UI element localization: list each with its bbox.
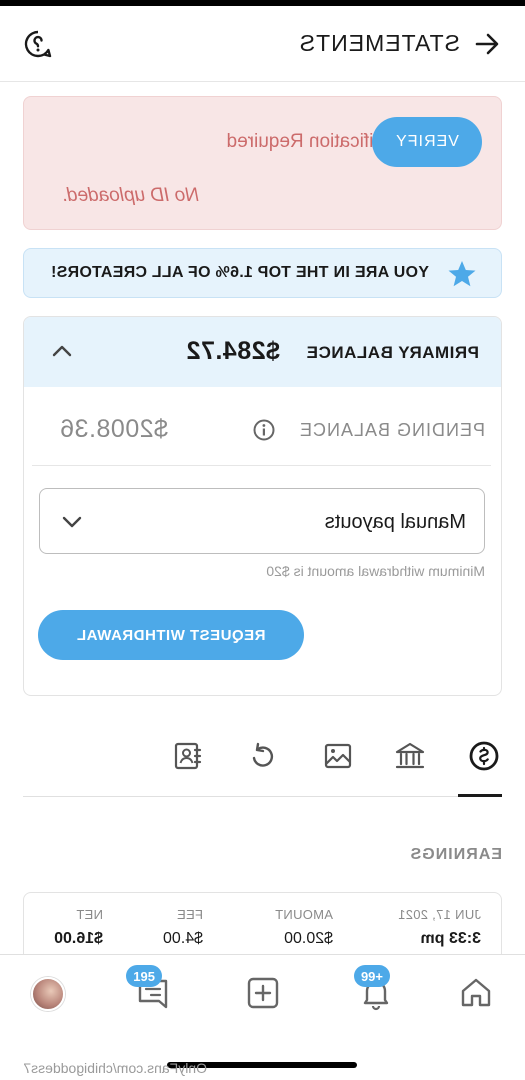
earnings-fee-column: FEE $4.00: [163, 907, 203, 948]
minimum-withdrawal-note: Minimum withdrawal amount is $20: [266, 563, 485, 579]
earnings-section-title: EARNINGS: [409, 846, 502, 863]
add-square-icon: [247, 977, 279, 1009]
primary-balance-row[interactable]: PRIMARY BALANCE $284.72: [23, 317, 501, 387]
back-arrow-icon[interactable]: [471, 28, 503, 60]
verify-button[interactable]: VERIFY: [372, 117, 482, 167]
request-withdrawal-button[interactable]: REQUEST WITHDRAWAL: [38, 610, 304, 660]
payout-method-select[interactable]: Manual payouts: [39, 488, 485, 554]
watermark: OnlyFans.com/chibigoddess7: [23, 1060, 207, 1076]
selected-tab-indicator: [458, 794, 502, 797]
divider: [32, 465, 491, 466]
earnings-net-header: NET: [76, 907, 103, 922]
nav-home[interactable]: [456, 973, 496, 1013]
earnings-net-column: NET $16.00: [54, 907, 103, 948]
earnings-fee-value: $4.00: [162, 930, 203, 947]
earnings-amount-value: $20.00: [284, 930, 333, 947]
earnings-amount-column: AMOUNT $20.00: [275, 907, 333, 948]
earnings-table: JUN 17, 2021 3:33 pm AMOUNT $20.00 FEE $…: [23, 892, 502, 962]
dollar-circle-icon: [469, 741, 499, 771]
pending-balance-label: PENDING BALANCE: [298, 420, 485, 440]
home-icon: [461, 978, 491, 1007]
nav-add-post[interactable]: [243, 973, 283, 1013]
earnings-fee-header: FEE: [176, 907, 203, 922]
redo-icon: [252, 742, 274, 767]
creator-rank-banner: YOU ARE IN THE TOP 1.6% OF ALL CREATORS!: [23, 248, 502, 298]
tab-refunds[interactable]: [244, 738, 280, 774]
page-title: STATEMENTS: [298, 30, 460, 56]
earnings-date-column: JUN 17, 2021 3:33 pm: [398, 907, 481, 948]
messages-badge: 195: [126, 965, 162, 987]
chevron-down-icon: [62, 516, 82, 528]
alert-sub-message: No ID uploaded.: [61, 185, 199, 206]
earnings-date-header: JUN 17, 2021: [397, 907, 481, 922]
star-icon: [448, 261, 476, 287]
balance-card: PRIMARY BALANCE $284.72 PENDING BALANCE …: [23, 316, 502, 696]
verification-alert: Updated Verification Required No ID uplo…: [23, 96, 502, 230]
bank-icon: [395, 742, 425, 769]
contact-card-icon: [174, 742, 202, 770]
image-icon: [324, 743, 352, 769]
pending-balance-row: PENDING BALANCE $2008.36: [23, 387, 501, 465]
earnings-net-value: $16.00: [54, 930, 103, 947]
tab-referrals[interactable]: [170, 738, 206, 774]
info-icon[interactable]: [253, 419, 275, 441]
statement-tabs: [23, 726, 502, 797]
help-icon[interactable]: [22, 28, 54, 60]
earnings-time: 3:33 pm: [420, 930, 481, 947]
profile-avatar[interactable]: [31, 977, 65, 1011]
notifications-badge: 99+: [353, 965, 390, 987]
tab-media[interactable]: [320, 738, 356, 774]
pending-balance-amount: $2008.36: [59, 415, 168, 443]
earnings-amount-header: AMOUNT: [274, 907, 333, 922]
payout-method-value: Manual payouts: [324, 511, 466, 533]
chevron-up-icon[interactable]: [50, 339, 74, 363]
page-header: STATEMENTS: [0, 6, 525, 82]
tab-earnings[interactable]: [466, 738, 502, 774]
rank-text: YOU ARE IN THE TOP 1.6% OF ALL CREATORS!: [50, 264, 429, 281]
primary-balance-amount: $284.72: [186, 337, 280, 365]
tab-bank[interactable]: [392, 738, 428, 774]
primary-balance-label: PRIMARY BALANCE: [306, 343, 479, 362]
